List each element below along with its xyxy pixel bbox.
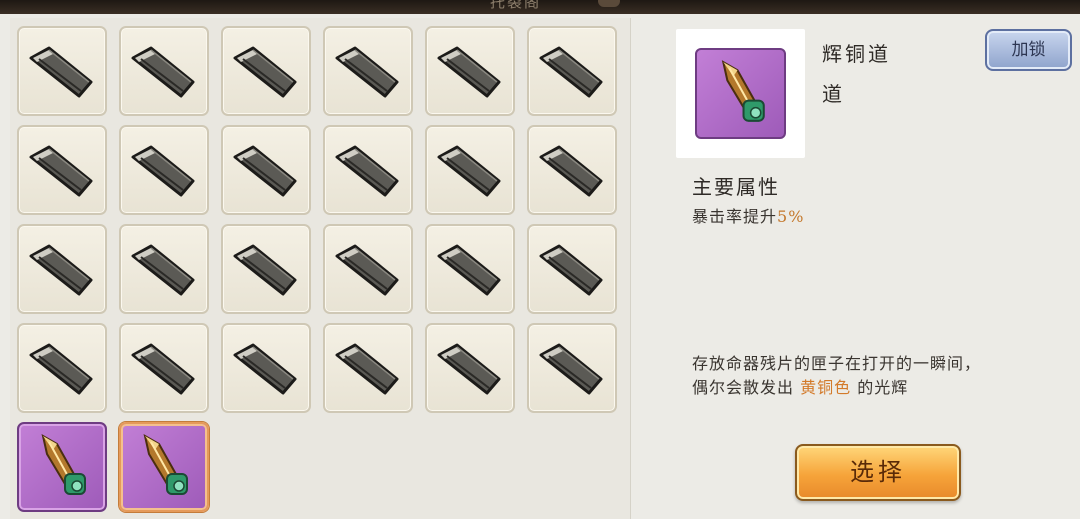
dark-blade-fragment-icon xyxy=(437,244,501,296)
attribute-value: 5% xyxy=(777,207,805,226)
dark-blade-fragment-icon xyxy=(437,343,501,395)
description-prefix: 偶尔会散发出 xyxy=(692,378,801,397)
inventory-slot[interactable] xyxy=(221,224,311,314)
item-preview xyxy=(676,29,805,158)
inventory-slot[interactable] xyxy=(323,26,413,116)
header-title: 托裂阁 xyxy=(490,0,542,11)
dark-blade-fragment-icon xyxy=(437,46,501,98)
dark-blade-fragment-icon xyxy=(539,343,603,395)
description-suffix: 的光辉 xyxy=(851,378,909,397)
dark-blade-fragment-icon xyxy=(335,244,399,296)
item-name: 辉铜道 xyxy=(822,42,891,66)
description-highlight: 黄铜色 xyxy=(800,378,852,397)
item-description: 存放命器残片的匣子在打开的一瞬间， 偶尔会散发出 黄铜色 的光辉 xyxy=(692,352,981,400)
dark-blade-fragment-icon xyxy=(131,244,195,296)
dark-blade-fragment-icon xyxy=(29,343,93,395)
bronze-dagger-gem-icon xyxy=(143,434,188,495)
dark-blade-fragment-icon xyxy=(335,145,399,197)
inventory-slot-gem[interactable] xyxy=(17,422,107,512)
inventory-slot[interactable] xyxy=(323,224,413,314)
inventory-slot[interactable] xyxy=(323,323,413,413)
dark-blade-fragment-icon xyxy=(539,46,603,98)
dark-blade-fragment-icon xyxy=(131,145,195,197)
inventory-slot[interactable] xyxy=(527,26,617,116)
inventory-slot[interactable] xyxy=(527,323,617,413)
description-line-1: 存放命器残片的匣子在打开的一瞬间， xyxy=(692,354,982,373)
attribute-text: 暴击率提升 xyxy=(692,207,778,226)
main-attributes-title: 主要属性 xyxy=(692,175,780,199)
dark-blade-fragment-icon xyxy=(233,145,297,197)
dark-blade-fragment-icon xyxy=(131,46,195,98)
description-line-2: 偶尔会散发出 黄铜色 的光辉 xyxy=(692,376,981,400)
top-bar: 托裂阁 xyxy=(0,0,1080,14)
inventory-slot[interactable] xyxy=(17,224,107,314)
dark-blade-fragment-icon xyxy=(335,46,399,98)
item-type: 道 xyxy=(822,82,842,106)
dark-blade-fragment-icon xyxy=(539,244,603,296)
inventory-slot[interactable] xyxy=(323,125,413,215)
scroll-ornament-icon xyxy=(598,0,620,7)
inventory-slot[interactable] xyxy=(17,26,107,116)
dark-blade-fragment-icon xyxy=(233,46,297,98)
lock-button[interactable]: 加锁 xyxy=(985,29,1072,71)
dark-blade-fragment-icon xyxy=(29,244,93,296)
inventory-slot[interactable] xyxy=(221,125,311,215)
inventory-slot[interactable] xyxy=(527,125,617,215)
inventory-panel xyxy=(10,18,631,519)
attribute-line: 暴击率提升5% xyxy=(692,203,804,227)
inventory-slot[interactable] xyxy=(425,26,515,116)
dark-blade-fragment-icon xyxy=(539,145,603,197)
dark-blade-fragment-icon xyxy=(29,46,93,98)
inventory-slot[interactable] xyxy=(527,224,617,314)
inventory-slot[interactable] xyxy=(17,125,107,215)
inventory-slot[interactable] xyxy=(221,323,311,413)
inventory-slot[interactable] xyxy=(425,323,515,413)
dark-blade-fragment-icon xyxy=(233,244,297,296)
inventory-slot[interactable] xyxy=(425,224,515,314)
dark-blade-fragment-icon xyxy=(437,145,501,197)
inventory-slot[interactable] xyxy=(17,323,107,413)
inventory-slot[interactable] xyxy=(119,125,209,215)
inventory-slot-selected[interactable] xyxy=(119,422,209,512)
dark-blade-fragment-icon xyxy=(131,343,195,395)
select-button[interactable]: 选择 xyxy=(795,444,961,501)
inventory-slot[interactable] xyxy=(221,26,311,116)
inventory-slot[interactable] xyxy=(119,224,209,314)
dark-blade-fragment-icon xyxy=(233,343,297,395)
inventory-slot[interactable] xyxy=(425,125,515,215)
inventory-slot[interactable] xyxy=(119,26,209,116)
bronze-dagger-gem-icon xyxy=(695,48,786,139)
bronze-dagger-gem-icon xyxy=(41,434,86,495)
dark-blade-fragment-icon xyxy=(335,343,399,395)
dark-blade-fragment-icon xyxy=(29,145,93,197)
inventory-slot[interactable] xyxy=(119,323,209,413)
